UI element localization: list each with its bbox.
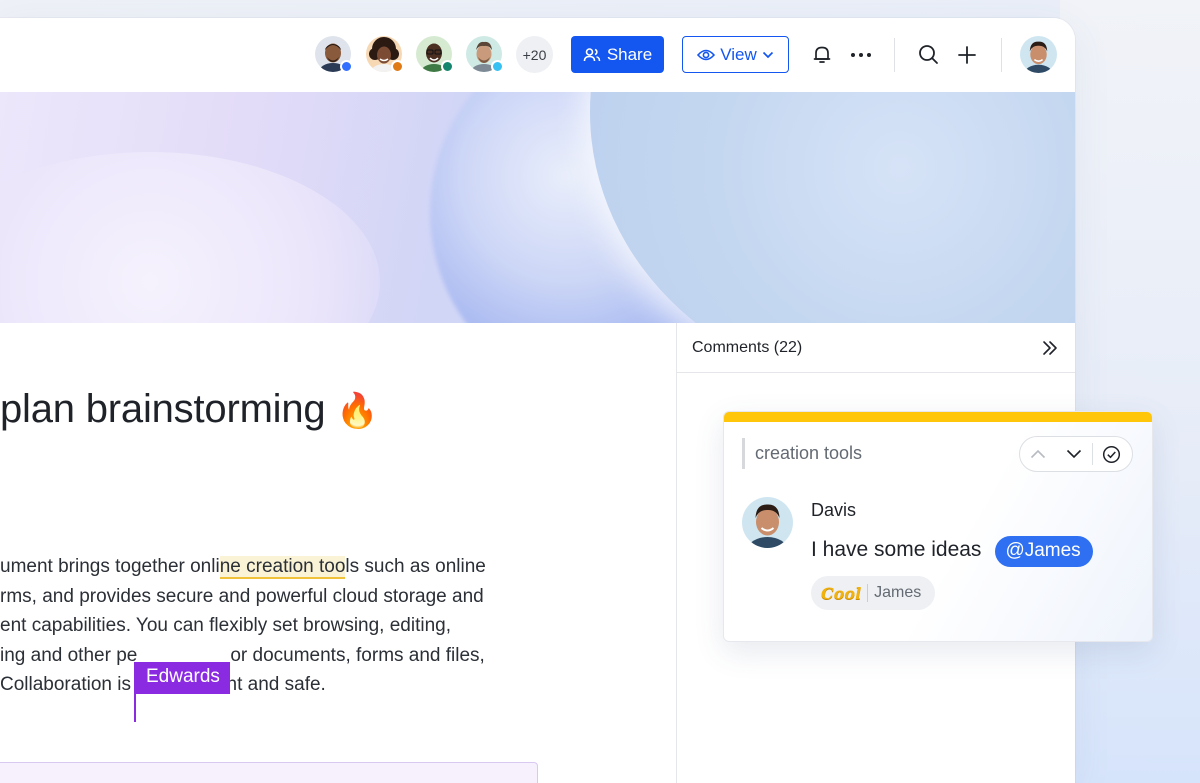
comment-body: I have some ideas @James [811, 536, 1093, 567]
avatar-face-icon [742, 497, 793, 548]
toolbar-divider [894, 38, 895, 72]
reaction-divider [867, 584, 869, 602]
people-icon [583, 47, 601, 61]
document-title-text: plan brainstorming [0, 387, 326, 431]
top-toolbar: +20 Share View [0, 18, 1075, 92]
comment-author-avatar[interactable] [742, 497, 793, 548]
plus-icon [958, 45, 976, 64]
collaborator-avatar-3[interactable] [416, 36, 454, 73]
comment-nav-controls [1019, 436, 1133, 472]
text-span: or documents, forms and files, [230, 644, 485, 666]
view-mode-dropdown[interactable]: View [682, 36, 789, 73]
comments-header: Comments (22) [677, 323, 1075, 373]
more-collaborators-count[interactable]: +20 [516, 36, 553, 73]
share-button[interactable]: Share [571, 36, 664, 73]
comment-accent-bar [724, 412, 1152, 422]
ellipsis-icon [851, 52, 871, 57]
avatar-face-icon [1020, 36, 1057, 73]
notifications-button[interactable] [804, 36, 840, 73]
comment-author: Davis [811, 500, 857, 520]
text-span: ument brings together onli [0, 556, 220, 577]
quoted-text: creation tools [742, 438, 862, 469]
fire-emoji-icon: 🔥 [336, 392, 379, 430]
next-comment-button[interactable] [1056, 437, 1092, 471]
current-user-avatar[interactable] [1020, 36, 1057, 73]
collaborator-cursor-label: Edwards [136, 662, 230, 694]
comment-text: I have some ideas [811, 538, 982, 561]
embedded-block[interactable] [0, 762, 538, 783]
collapse-panel-icon[interactable] [1041, 340, 1059, 356]
online-status-dot [491, 60, 504, 73]
mention-chip[interactable]: @James [995, 536, 1093, 567]
search-icon [918, 45, 938, 64]
chevron-down-icon [762, 51, 773, 58]
document-paragraph[interactable]: ument brings together online creation to… [0, 556, 520, 704]
text-span: e creation too [230, 556, 346, 577]
comment-card[interactable]: creation tools Davis I have some ideas @… [723, 411, 1153, 642]
backdrop [1060, 0, 1200, 783]
online-status-dot [340, 60, 353, 73]
text-span: n [219, 556, 231, 577]
chevron-up-icon [1030, 449, 1046, 459]
more-options-button[interactable] [843, 36, 879, 73]
document-body[interactable]: plan brainstorming 🔥 ument brings togeth… [0, 323, 676, 783]
document-window: +20 Share View plan brainstorming 🔥 umen… [0, 18, 1075, 783]
cool-sticker-icon: Cool [821, 583, 862, 603]
paragraph-line: Collaboration is both efficient and safe. [0, 674, 520, 704]
collaborator-avatar-1[interactable] [315, 36, 353, 73]
text-span: ls such as online [345, 556, 486, 577]
comments-title: Comments (22) [692, 338, 803, 356]
check-circle-icon [1102, 445, 1120, 463]
reaction-chip[interactable]: Cool James [811, 576, 936, 610]
eye-icon [697, 49, 716, 60]
collaborator-avatar-2[interactable] [366, 36, 404, 73]
highlighted-comment-text[interactable]: ne creation too [219, 556, 346, 579]
away-status-dot [391, 60, 404, 73]
document-title[interactable]: plan brainstorming 🔥 [0, 387, 379, 432]
text-span: ing and other pe [0, 644, 138, 666]
paragraph-line: rms, and provides secure and powerful cl… [0, 585, 484, 607]
reaction-user: James [874, 584, 922, 601]
paragraph-line: ument brings together online creation to… [0, 556, 520, 586]
toolbar-divider [1001, 38, 1002, 72]
collaborator-avatar-4[interactable] [466, 36, 504, 73]
cover-image [0, 92, 1075, 323]
online-status-dot [441, 60, 454, 73]
chevron-down-icon [1066, 449, 1082, 459]
add-button[interactable] [949, 36, 985, 73]
paragraph-line: ing and other pe or documents, forms and … [0, 645, 520, 675]
bell-icon [813, 46, 831, 63]
search-button[interactable] [910, 36, 946, 73]
share-label: Share [606, 44, 653, 64]
paragraph-line: ent capabilities. You can flexibly set b… [0, 615, 451, 636]
resolve-comment-button[interactable] [1093, 437, 1129, 471]
text-span: Collaboration is [0, 674, 131, 695]
view-label: View [720, 44, 757, 64]
previous-comment-button[interactable] [1020, 437, 1056, 471]
